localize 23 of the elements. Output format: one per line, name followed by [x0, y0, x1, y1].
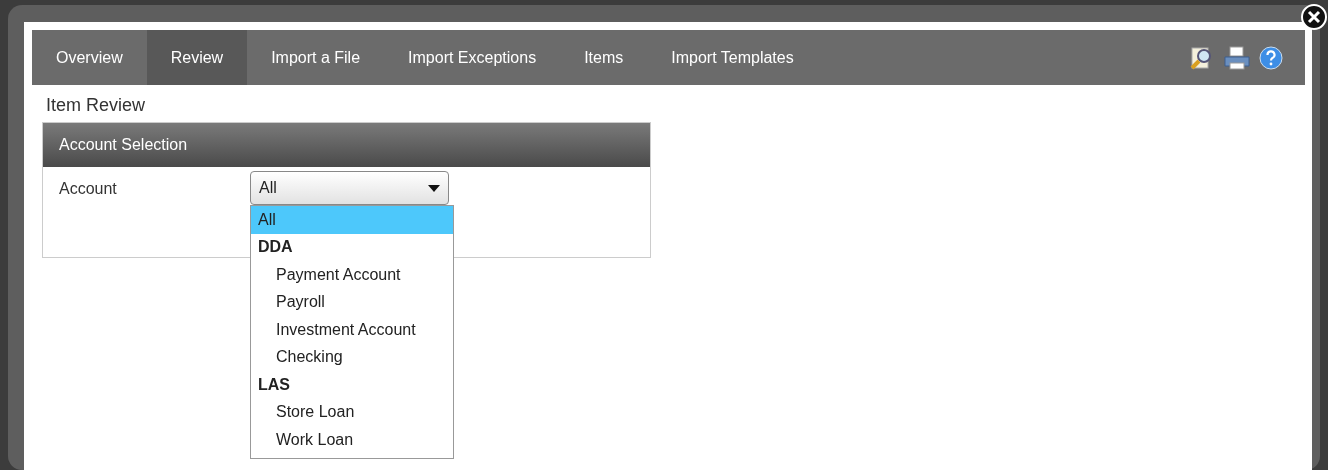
account-select[interactable]: All — [250, 171, 449, 205]
dropdown-option[interactable]: Payment Account — [251, 261, 453, 289]
nav-tab[interactable]: Import Templates — [647, 30, 818, 85]
nav-tab[interactable]: Import a File — [247, 30, 385, 85]
help-icon[interactable] — [1259, 45, 1283, 70]
option-group-label: DDA — [257, 237, 294, 258]
dropdown-option[interactable]: Store Loan — [251, 398, 453, 426]
dropdown-option[interactable]: Checking — [251, 343, 453, 371]
dropdown-option[interactable]: Payroll — [251, 288, 453, 316]
dropdown-option[interactable]: All — [251, 206, 453, 234]
close-icon[interactable] — [1300, 3, 1328, 31]
nav-tab[interactable]: Import Exceptions — [384, 30, 561, 85]
nav-tab[interactable]: Overview — [32, 30, 147, 85]
field-label: Account — [59, 179, 118, 199]
dropdown-option[interactable]: Investment Account — [251, 316, 453, 344]
section-header: Account Selection — [43, 123, 650, 167]
nav-tab[interactable]: Review — [146, 30, 248, 85]
option-group-label: LAS — [257, 374, 291, 395]
dropdown-option[interactable]: Work Loan — [251, 426, 453, 454]
caret-icon — [428, 184, 440, 192]
printer-icon[interactable] — [1223, 44, 1251, 71]
page-title: Item Review — [45, 94, 147, 117]
nav-tab[interactable]: Items — [560, 30, 648, 85]
